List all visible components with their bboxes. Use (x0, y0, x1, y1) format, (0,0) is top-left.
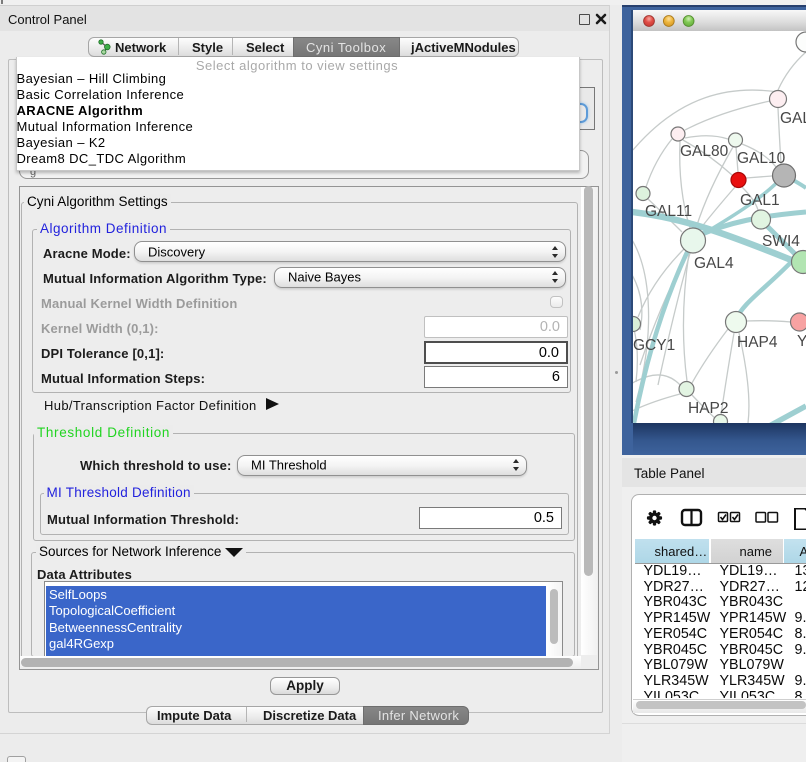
svg-text:GAL80: GAL80 (680, 143, 729, 160)
svg-text:YM: YM (797, 333, 806, 350)
svg-text:HAP4: HAP4 (737, 334, 778, 351)
svg-text:HAP2: HAP2 (688, 400, 729, 417)
svg-text:GAL4: GAL4 (694, 255, 734, 272)
svg-text:GAL11: GAL11 (645, 203, 692, 220)
svg-text:SWI4: SWI4 (762, 233, 800, 250)
svg-text:GAL10: GAL10 (737, 150, 786, 167)
svg-text:GAL8: GAL8 (780, 110, 806, 127)
svg-text:GCY1: GCY1 (633, 337, 675, 354)
svg-text:GAL1: GAL1 (740, 192, 780, 209)
